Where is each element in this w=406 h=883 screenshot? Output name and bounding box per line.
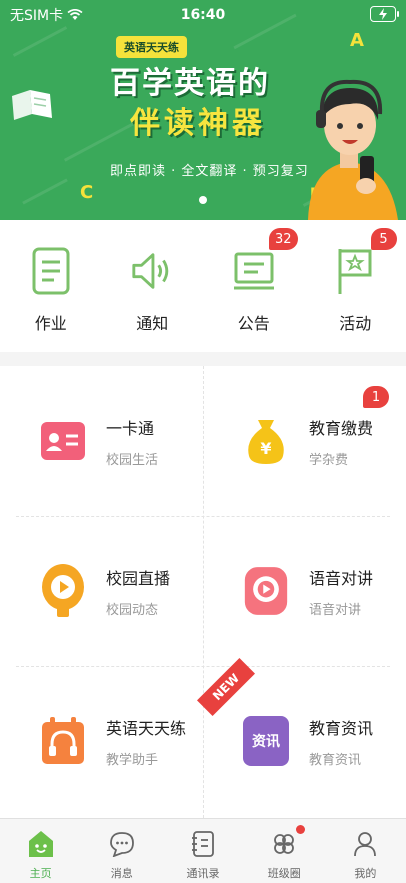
quick-action-label: 活动 — [339, 314, 372, 333]
contacts-icon — [188, 829, 218, 859]
service-title: 一卡通 — [106, 418, 155, 438]
quick-action-announcement[interactable]: 公告 32 — [203, 220, 305, 352]
service-desc: 校园动态 — [106, 602, 159, 618]
quick-actions-row: 作业 通知 公告 32 活动 5 — [0, 220, 406, 352]
fee-count-badge: 1 — [363, 386, 389, 408]
activity-count-badge: 5 — [370, 228, 397, 250]
quick-action-label: 作业 — [34, 314, 67, 333]
service-title: 校园直播 — [106, 568, 171, 588]
quick-action-homework[interactable]: 作业 — [0, 220, 102, 352]
svg-text:¥: ¥ — [260, 439, 271, 458]
service-card-education-fee[interactable]: ¥ 教育缴费 学杂费 1 — [203, 366, 406, 516]
tab-contacts[interactable]: 通讯录 — [162, 819, 243, 883]
banner-headline: 百学英语的 — [110, 66, 270, 101]
home-icon — [26, 829, 56, 859]
service-card-voice-intercom[interactable]: 语音对讲 语音对讲 — [203, 516, 406, 666]
service-desc: 教育资讯 — [309, 752, 362, 768]
services-grid: 一卡通 校园生活 ¥ 教育缴费 学杂费 1 校园直播 校园动态 语音对讲 语音对… — [0, 366, 406, 818]
promo-banner[interactable]: A C B A 英语天天练 百学英语的 伴读神器 即点即读 · 全文翻译 · 预… — [0, 0, 406, 220]
news-icon-text: 资讯 — [243, 716, 289, 766]
announcement-count-badge: 32 — [269, 228, 298, 250]
tab-label: 通讯录 — [186, 867, 220, 880]
banner-badge: 英语天天练 — [116, 36, 187, 58]
voice-intercom-icon — [243, 567, 289, 615]
headphones-icon — [40, 717, 86, 764]
service-desc: 学杂费 — [309, 452, 349, 468]
tab-home[interactable]: 主页 — [0, 819, 81, 883]
money-bag-icon: ¥ — [243, 418, 289, 464]
carousel-indicator[interactable] — [199, 196, 207, 204]
quick-action-label: 通知 — [136, 314, 169, 333]
live-play-icon — [40, 564, 86, 617]
news-icon: 资讯 — [243, 716, 289, 766]
book-icon — [12, 90, 52, 120]
profile-icon — [350, 829, 380, 859]
quick-action-notice[interactable]: 通知 — [102, 220, 204, 352]
speaker-notice-icon — [130, 246, 174, 296]
service-card-english-practice[interactable]: 英语天天练 教学助手 — [0, 666, 203, 816]
status-bar: 无SIM卡 16:40 — [0, 0, 406, 30]
carrier-label: 无SIM卡 — [10, 5, 83, 25]
message-icon — [107, 829, 137, 859]
service-desc: 校园生活 — [106, 452, 159, 468]
wifi-icon — [67, 9, 83, 20]
banner-letter: C — [80, 182, 94, 203]
service-desc: 语音对讲 — [309, 602, 362, 618]
banner-headline-2: 伴读神器 — [130, 106, 266, 141]
service-title: 英语天天练 — [106, 718, 187, 738]
service-card-campus-live[interactable]: 校园直播 校园动态 — [0, 516, 203, 666]
service-title: 教育缴费 — [309, 418, 374, 438]
tab-profile[interactable]: 我的 — [325, 819, 406, 883]
clover-icon — [269, 829, 299, 859]
banner-letter: A — [350, 30, 364, 51]
service-title: 教育资讯 — [309, 718, 374, 738]
quick-action-activity[interactable]: 活动 5 — [305, 220, 406, 352]
banner-subtitle: 即点即读 · 全文翻译 · 预习复习 — [110, 164, 309, 179]
tab-label: 主页 — [29, 867, 52, 880]
id-card-icon — [40, 418, 86, 464]
tab-messages[interactable]: 消息 — [81, 819, 162, 883]
service-card-campus-card[interactable]: 一卡通 校园生活 — [0, 366, 203, 516]
announcement-board-icon — [232, 246, 276, 296]
quick-action-label: 公告 — [237, 314, 270, 333]
homework-document-icon — [29, 246, 73, 296]
cartoon-boy-illustration — [308, 79, 398, 220]
notification-dot — [296, 825, 306, 834]
flag-icon — [333, 246, 377, 296]
battery-charging-icon — [370, 6, 399, 22]
tab-label: 班级圈 — [267, 867, 301, 880]
tab-label: 我的 — [354, 867, 377, 880]
bottom-tab-bar: 主页 消息 通讯录 班级圈 我的 — [0, 818, 406, 883]
tab-label: 消息 — [110, 867, 133, 880]
tab-class-circle[interactable]: 班级圈 — [244, 819, 325, 883]
carrier-text: 无SIM卡 — [10, 8, 64, 24]
service-desc: 教学助手 — [106, 752, 159, 768]
service-title: 语音对讲 — [309, 568, 374, 588]
